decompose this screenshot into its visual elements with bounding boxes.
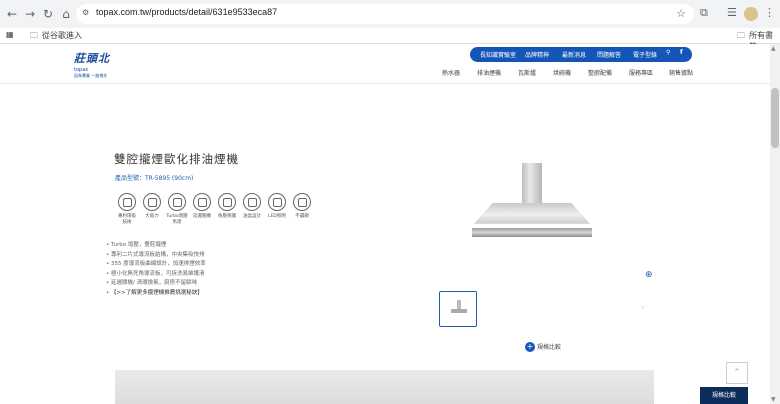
pressure-icon <box>218 193 236 211</box>
feature-list: • Turbo 增壓，雙腔攏煙 • 專利二片式導流板結構，中央集吸快排 • 35… <box>106 241 206 299</box>
oil-box-icon <box>243 193 261 211</box>
nav-item[interactable]: 排油煙機 <box>477 68 501 77</box>
bookmark-star-icon[interactable]: ☆ <box>676 7 686 20</box>
list-item: • 專利二片式導流板結構，中央集吸快排 <box>106 251 205 258</box>
led-icon <box>268 193 286 211</box>
nav-item[interactable]: 瓦斯爐 <box>518 68 536 77</box>
list-item: • 【>>了解更多攏煙機推薦挑選秘訣】 <box>106 289 203 296</box>
feature-label: 延遲關機 <box>193 214 211 219</box>
feature-item: 油盒設計 <box>241 193 263 220</box>
list-item: • Turbo 增壓，雙腔攏煙 <box>106 242 167 248</box>
bullet-text: 極小化無死角導流板，可拆洗易維護清 <box>111 270 205 277</box>
feature-label: 不鏽鋼 <box>295 214 309 219</box>
forward-icon[interactable]: → <box>22 6 38 22</box>
feature-label: Turbo增壓馬達 <box>166 214 188 225</box>
hood-base <box>472 228 592 237</box>
bookmark-folder[interactable]: 從谷歌進入 <box>42 30 82 41</box>
extensions-icon[interactable]: ⧉ <box>700 6 708 20</box>
product-banner <box>115 370 654 404</box>
thumbnail[interactable] <box>439 291 477 327</box>
plus-icon: + <box>525 341 535 352</box>
url-text[interactable]: topax.com.tw/products/detail/631e9533eca… <box>96 7 277 17</box>
scroll-up-icon[interactable]: ▲ <box>771 45 776 52</box>
list-item: • 極小化無死角導流板，可拆洗易維護清 <box>106 270 205 277</box>
feature-label: 負壓保護 <box>218 214 236 219</box>
compare-button[interactable]: + 規格比較 <box>525 336 561 355</box>
nav-item[interactable]: 熱水器 <box>442 68 460 77</box>
hood-chimney <box>522 163 542 203</box>
apps-icon[interactable]: ▦ <box>6 30 14 39</box>
list-item: • 355 度導流板曲線設計，加速排煙效率 <box>106 261 206 268</box>
folder-icon: 🗀 <box>737 31 745 40</box>
feature-label: 大吸力 <box>145 214 159 219</box>
reload-icon[interactable]: ↻ <box>40 6 56 22</box>
scrollbar[interactable]: ▲ ▼ <box>770 44 780 404</box>
bookmarks-bar: ▦ 🗀 從谷歌進入 🗀 所有書籤 <box>0 28 780 51</box>
site-header: 莊頭北 topax 因為專業 一路領先 長知識實驗室 品牌精神 最新消息 問題解… <box>0 44 780 84</box>
browser-toolbar: ← → ↻ ⌂ ⚙ topax.com.tw/products/detail/6… <box>0 0 780 28</box>
product-image[interactable] <box>472 163 592 241</box>
feature-item: 大吸力 <box>141 193 163 220</box>
thumbnail-image <box>450 300 468 318</box>
back-icon[interactable]: ← <box>4 6 20 22</box>
nav-item[interactable]: 銷售據點 <box>669 68 693 77</box>
logo-tagline: 因為專業 一路領先 <box>74 73 108 78</box>
chevron-right-icon[interactable]: › <box>641 303 645 313</box>
bullet-text: Turbo 增壓，雙腔攏煙 <box>111 242 167 248</box>
scrollbar-thumb[interactable] <box>771 88 779 148</box>
top-link[interactable]: 長知識實驗室 <box>480 50 516 59</box>
bullet-text: 355 度導流板曲線設計，加速排煙效率 <box>111 261 206 268</box>
tab-search-icon[interactable]: ☰ <box>727 6 737 19</box>
nav-item[interactable]: 服務專區 <box>629 68 653 77</box>
menu-icon[interactable]: ⋮ <box>764 6 775 19</box>
search-icon[interactable]: ⚲ <box>666 49 670 56</box>
swirl-icon <box>118 193 136 211</box>
bullet-text: 專利二片式導流板結構，中央集吸快排 <box>111 251 205 258</box>
spec-compare-button[interactable]: 規格比較 <box>700 387 748 404</box>
feature-label: 油盒設計 <box>243 214 261 219</box>
turbo-icon <box>168 193 186 211</box>
address-bar[interactable]: ⚙ topax.com.tw/products/detail/631e9533e… <box>76 4 694 24</box>
folder-icon: 🗀 <box>30 31 38 40</box>
profile-avatar[interactable] <box>744 7 758 21</box>
logo-text: 莊頭北 <box>74 52 110 65</box>
zoom-icon[interactable]: ⊕ <box>645 270 653 280</box>
nav-item[interactable]: 烘碗機 <box>553 68 571 77</box>
compare-label: 規格比較 <box>537 344 562 351</box>
top-links-bar: 長知識實驗室 品牌精神 最新消息 問題解答 電子型錄 ⚲ f <box>470 47 692 62</box>
brand-logo[interactable]: 莊頭北 topax 因為專業 一路領先 <box>74 50 124 80</box>
stainless-icon <box>293 193 311 211</box>
top-link[interactable]: 電子型錄 <box>633 50 657 59</box>
feature-item: 專利環吸技術 <box>116 193 138 226</box>
nav-item[interactable]: 整廚配備 <box>588 68 612 77</box>
hood-canopy <box>474 203 590 224</box>
feature-item: 負壓保護 <box>216 193 238 220</box>
facebook-icon[interactable]: f <box>680 49 683 56</box>
page-title: 雙腔攏煙歐化排油煙機 <box>114 152 239 166</box>
feature-label: 專利環吸技術 <box>118 214 136 225</box>
feature-item: 不鏽鋼 <box>291 193 313 220</box>
feature-item: 延遲關機 <box>191 193 213 220</box>
feature-label: LED照明 <box>268 214 286 219</box>
list-item: • 延遲關機/ 渦環換氣，廚房不留餘味 <box>106 280 198 287</box>
feature-item: LED照明 <box>266 193 288 220</box>
product-model: 產品型號：TR-5895 (90cm) <box>115 175 194 182</box>
feature-item: Turbo增壓馬達 <box>166 193 188 226</box>
back-to-top-button[interactable]: ⌃ <box>726 362 748 384</box>
fan-icon <box>143 193 161 211</box>
top-link[interactable]: 最新消息 <box>562 50 586 59</box>
learn-more-link[interactable]: 【>>了解更多攏煙機推薦挑選秘訣】 <box>111 290 203 296</box>
scroll-down-icon[interactable]: ▼ <box>771 396 776 403</box>
site-info-icon[interactable]: ⚙ <box>82 8 92 18</box>
home-icon[interactable]: ⌂ <box>58 6 74 22</box>
bullet-text: 延遲關機/ 渦環換氣，廚房不留餘味 <box>111 280 198 287</box>
top-link[interactable]: 問題解答 <box>597 50 621 59</box>
power-icon <box>193 193 211 211</box>
top-link[interactable]: 品牌精神 <box>525 50 549 59</box>
